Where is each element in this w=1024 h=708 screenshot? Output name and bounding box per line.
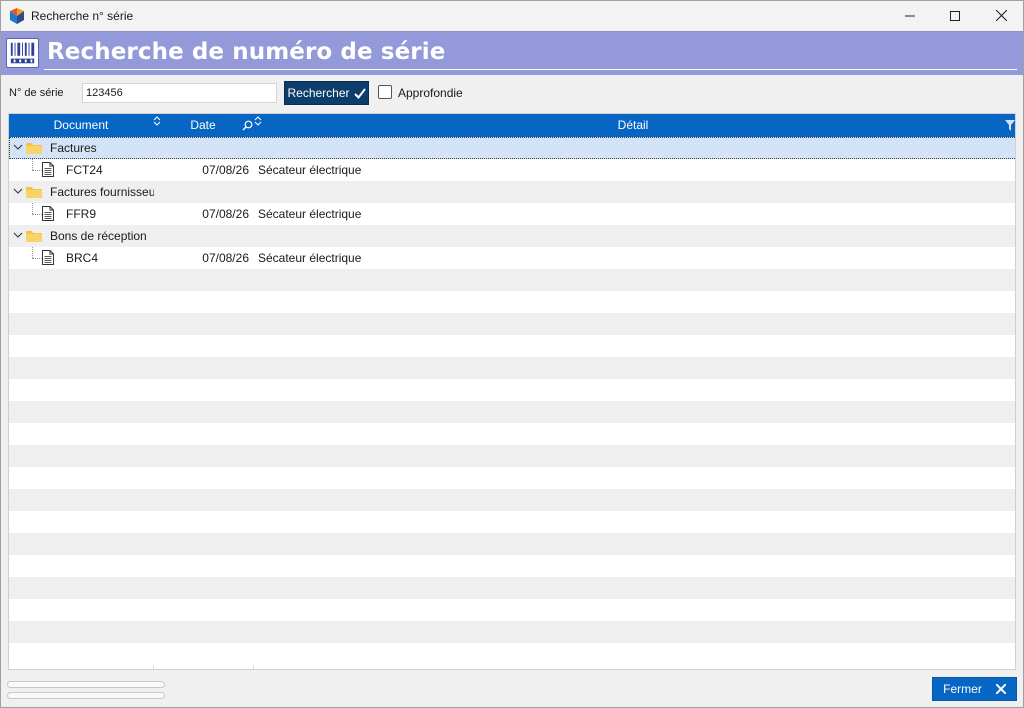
- title-bar: Recherche n° série: [0, 0, 1024, 31]
- empty-row: [9, 423, 1015, 445]
- empty-row: [9, 599, 1015, 621]
- empty-row: [9, 445, 1015, 467]
- group-row[interactable]: Factures: [9, 137, 1015, 159]
- document-number: FCT24: [66, 163, 103, 177]
- folder-icon: [26, 231, 42, 242]
- serial-number-label: N° de série: [9, 87, 64, 99]
- document-icon: [42, 206, 54, 221]
- checkmark-icon: [353, 87, 366, 99]
- search-icon[interactable]: [242, 120, 253, 131]
- document-date: 07/08/26: [202, 207, 249, 221]
- serial-number-input[interactable]: [82, 83, 277, 103]
- deep-search-label: Approfondie: [398, 86, 463, 100]
- table-row[interactable]: FFR9 07/08/26 Sécateur électrique: [9, 203, 1015, 225]
- document-detail: Sécateur électrique: [258, 163, 362, 177]
- tree-connector: [32, 170, 42, 171]
- document-detail: Sécateur électrique: [258, 251, 362, 265]
- title-underline: [44, 69, 1017, 70]
- minimize-button[interactable]: [887, 0, 933, 31]
- tree-connector: [32, 203, 33, 214]
- empty-row: [9, 643, 1015, 665]
- maximize-icon: [950, 10, 960, 21]
- search-button[interactable]: Rechercher: [284, 81, 369, 105]
- results-grid: Document Date Détail Factures FCT24 07/08/…: [8, 113, 1016, 670]
- tree-connector: [32, 247, 33, 258]
- grid-header: Document Date Détail: [9, 114, 1015, 137]
- empty-row: [9, 291, 1015, 313]
- minimize-icon: [905, 15, 915, 16]
- empty-row: [9, 533, 1015, 555]
- table-row[interactable]: BRC4 07/08/26 Sécateur électrique: [9, 247, 1015, 269]
- empty-row: [9, 621, 1015, 643]
- column-header-detail[interactable]: Détail: [258, 114, 1008, 137]
- folder-icon: [26, 143, 42, 154]
- progress-bar: [7, 692, 165, 699]
- empty-row: [9, 313, 1015, 335]
- grid-rows: Factures FCT24 07/08/26 Sécateur électrique…: [9, 137, 1015, 665]
- group-row[interactable]: Factures fournisseu: [9, 181, 1015, 203]
- close-icon: [995, 10, 1007, 21]
- app-logo-icon: [10, 8, 24, 24]
- document-number: FFR9: [66, 207, 96, 221]
- barcode-icon: [6, 38, 39, 68]
- search-button-label: Rechercher: [287, 86, 350, 100]
- filter-icon[interactable]: [1005, 120, 1015, 131]
- close-button-label: Fermer: [943, 682, 982, 696]
- group-label: Bons de réception: [50, 229, 147, 243]
- document-icon: [42, 162, 54, 177]
- group-label: Factures: [50, 141, 97, 155]
- column-header-document[interactable]: Document: [9, 114, 153, 137]
- tree-connector: [32, 159, 33, 170]
- group-row[interactable]: Bons de réception: [9, 225, 1015, 247]
- empty-row: [9, 489, 1015, 511]
- empty-row: [9, 511, 1015, 533]
- empty-row: [9, 467, 1015, 489]
- empty-row: [9, 357, 1015, 379]
- chevron-down-icon[interactable]: [13, 186, 23, 196]
- close-x-icon: [995, 684, 1006, 694]
- maximize-button[interactable]: [932, 0, 978, 31]
- window-title: Recherche n° série: [31, 9, 134, 23]
- deep-search-checkbox[interactable]: [378, 85, 392, 99]
- progress-bar: [7, 681, 165, 688]
- chevron-down-icon[interactable]: [13, 230, 23, 240]
- chevron-down-icon[interactable]: [13, 142, 23, 152]
- tree-connector: [32, 214, 42, 215]
- document-number: BRC4: [66, 251, 99, 265]
- column-header-date[interactable]: Date: [153, 114, 253, 137]
- close-window-button[interactable]: [978, 0, 1024, 31]
- empty-row: [9, 555, 1015, 577]
- close-button[interactable]: Fermer: [932, 677, 1017, 701]
- document-date: 07/08/26: [202, 163, 249, 177]
- document-date: 07/08/26: [202, 251, 249, 265]
- table-row[interactable]: FCT24 07/08/26 Sécateur électrique: [9, 159, 1015, 181]
- empty-row: [9, 335, 1015, 357]
- document-detail: Sécateur électrique: [258, 207, 362, 221]
- document-icon: [42, 250, 54, 265]
- empty-row: [9, 269, 1015, 291]
- group-label: Factures fournisseu: [50, 185, 154, 199]
- page-title: Recherche de numéro de série: [47, 39, 446, 65]
- tree-connector: [32, 258, 42, 259]
- empty-row: [9, 401, 1015, 423]
- folder-icon: [26, 187, 42, 198]
- empty-row: [9, 577, 1015, 599]
- header-banner: Recherche de numéro de série: [0, 31, 1024, 75]
- empty-row: [9, 379, 1015, 401]
